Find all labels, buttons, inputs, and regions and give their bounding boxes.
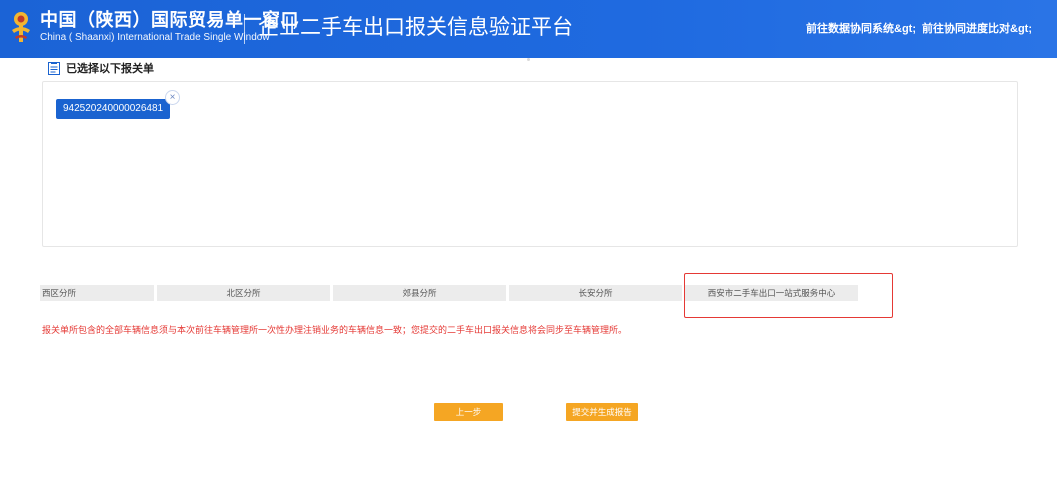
office-option-west[interactable]: 西区分所: [40, 285, 154, 301]
warning-notice: 报关单所包含的全部车辆信息须与本次前往车辆管理所一次性办理注销业务的车辆信息一致…: [42, 325, 628, 335]
section-title: 已选择以下报关单: [48, 61, 154, 76]
section-title-text: 已选择以下报关单: [66, 63, 154, 75]
selected-declarations-box: 942520240000026481 ×: [42, 81, 1018, 247]
single-window-emblem-icon: [12, 12, 30, 42]
data-collaboration-link[interactable]: 前往数据协同系统&gt;: [806, 22, 916, 36]
close-icon[interactable]: ×: [165, 90, 180, 105]
submit-report-button[interactable]: 提交并生成报告: [566, 403, 638, 421]
brand-name-en: China ( Shaanxi) International Trade Sin…: [40, 32, 270, 43]
progress-comparison-link[interactable]: 前往协同进度比对&gt;: [922, 22, 1032, 36]
office-option-suburban[interactable]: 郊县分所: [333, 285, 506, 301]
office-option-changan[interactable]: 长安分所: [509, 285, 682, 301]
office-option-north[interactable]: 北区分所: [157, 285, 330, 301]
document-icon: [48, 61, 60, 75]
office-option-service-center[interactable]: 西安市二手车出口一站式服务中心: [685, 285, 858, 301]
top-header: 中国（陕西）国际贸易单一窗口 China ( Shaanxi) Internat…: [0, 0, 1057, 58]
previous-step-button[interactable]: 上一步: [434, 403, 503, 421]
resize-handle: [527, 58, 530, 61]
declaration-tag[interactable]: 942520240000026481: [56, 99, 171, 119]
header-divider: [244, 14, 245, 44]
platform-title: 企业二手车出口报关信息验证平台: [258, 16, 573, 39]
